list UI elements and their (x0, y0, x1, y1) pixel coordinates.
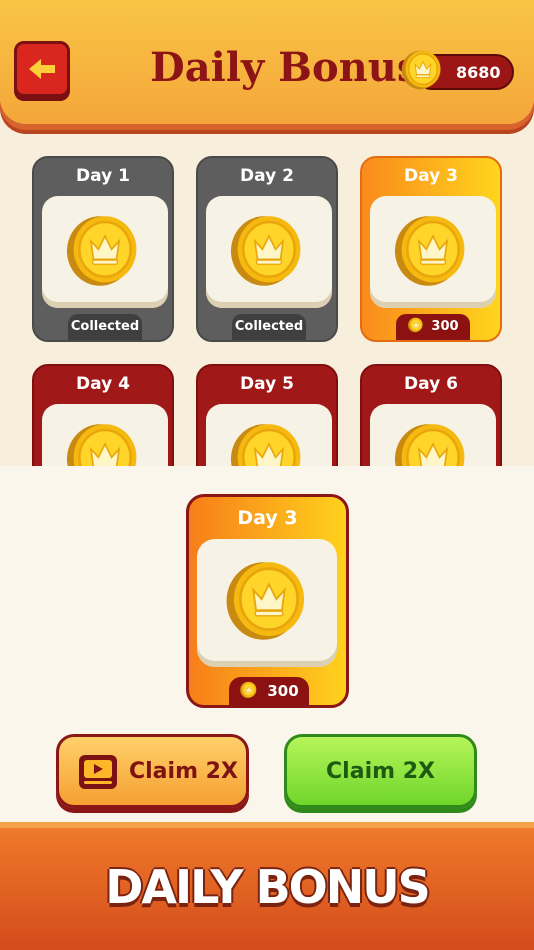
back-arrow-icon (29, 59, 55, 79)
day-label: Day 4 (76, 374, 130, 394)
header-bar: Daily Bonus 8680 (0, 0, 534, 124)
reward-amount-badge: 300 (396, 314, 470, 340)
day-label: Day 1 (76, 166, 130, 186)
claim-label: Claim 2X (326, 759, 435, 784)
day-card-2[interactable]: Day 2 Collected (196, 156, 338, 342)
day-label: Day 5 (240, 374, 294, 394)
coin-icon (401, 49, 442, 91)
page-title: Daily Bonus (150, 44, 420, 91)
coin-icon (65, 215, 138, 287)
coin-icon (393, 215, 466, 287)
featured-day-card: Day 3 300 (186, 494, 349, 708)
video-icon (79, 755, 117, 789)
small-coin-icon (408, 317, 424, 333)
status-badge: Collected (68, 314, 142, 340)
back-button[interactable] (14, 41, 70, 97)
day-label: Day 3 (404, 166, 458, 186)
featured-day-label: Day 3 (237, 507, 298, 529)
coin-icon (225, 560, 306, 642)
small-coin-icon (240, 681, 257, 699)
day-label: Day 6 (404, 374, 458, 394)
claim-2x-video-button[interactable]: Claim 2X (56, 734, 249, 808)
footer-banner-text: DAILY BONUS (105, 860, 431, 914)
day-card-3[interactable]: Day 3 300 (360, 156, 502, 342)
coin-icon (229, 215, 302, 287)
status-badge: Collected (232, 314, 306, 340)
day-card-1[interactable]: Day 1 Collected (32, 156, 174, 342)
reward-amount-badge: 300 (229, 677, 309, 705)
day-label: Day 2 (240, 166, 294, 186)
claim-video-label: Claim 2X (129, 759, 238, 784)
reward-amount: 300 (431, 319, 459, 334)
footer-banner: DAILY BONUS (0, 822, 534, 950)
reward-amount: 300 (267, 682, 299, 700)
coin-balance-value: 8680 (456, 63, 501, 82)
claim-2x-button[interactable]: Claim 2X (284, 734, 477, 808)
